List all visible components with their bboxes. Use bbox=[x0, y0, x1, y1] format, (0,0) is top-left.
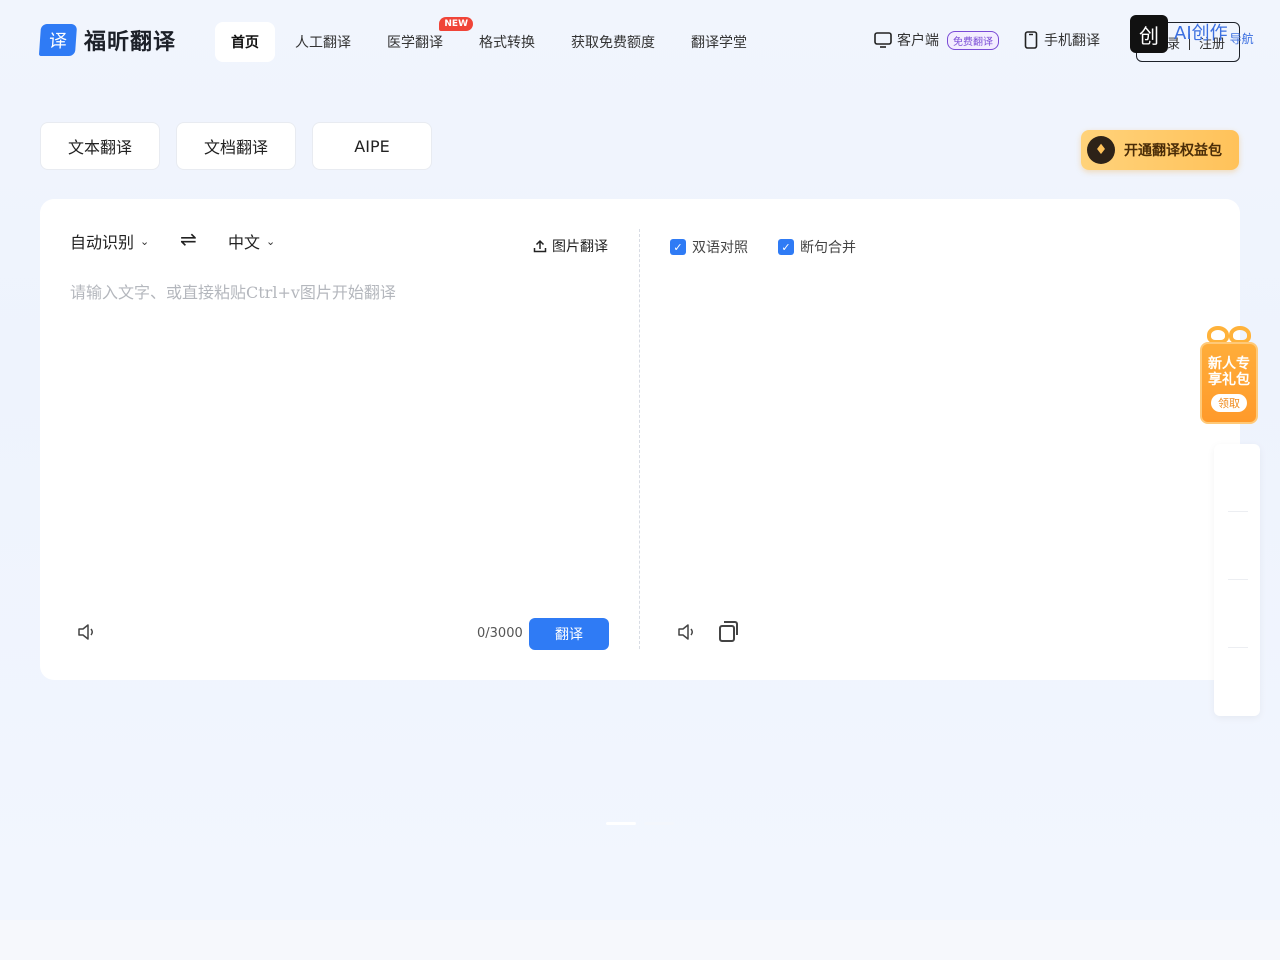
carousel-dot-active[interactable] bbox=[606, 822, 636, 825]
chevron-down-icon: ⌄ bbox=[140, 234, 150, 248]
logo-icon: 译 bbox=[38, 24, 78, 56]
nav-label: 人工翻译 bbox=[295, 35, 351, 51]
source-text-input[interactable]: 请输入文字、或直接粘贴Ctrl+v图片开始翻译 bbox=[70, 279, 396, 303]
image-translate-button[interactable]: 图片翻译 bbox=[533, 236, 608, 256]
merge-label: 断句合并 bbox=[800, 240, 856, 256]
source-speaker-icon[interactable] bbox=[77, 623, 97, 641]
checkbox-checked-icon: ✓ bbox=[778, 239, 794, 255]
target-speaker-icon[interactable] bbox=[677, 623, 697, 641]
client-download-link[interactable]: 客户端 免费翻译 bbox=[874, 30, 999, 50]
vip-package-button[interactable]: ♦ 开通翻译权益包 bbox=[1081, 130, 1239, 170]
gift-claim-button[interactable]: 领取 bbox=[1211, 394, 1247, 412]
tab-label: 文本翻译 bbox=[67, 138, 132, 157]
diamond-icon: ♦ bbox=[1087, 136, 1115, 164]
target-language-value: 中文 bbox=[228, 233, 261, 252]
swap-languages-icon[interactable]: ⇌ bbox=[180, 227, 197, 251]
new-user-gift-widget[interactable]: 新人专享礼包 领取 bbox=[1199, 326, 1259, 424]
chevron-down-icon: ⌄ bbox=[266, 234, 276, 248]
nav-label: 格式转换 bbox=[479, 35, 535, 51]
toolbar-divider bbox=[1228, 511, 1248, 512]
logo-text: 福昕翻译 bbox=[84, 30, 177, 55]
monitor-icon bbox=[874, 32, 892, 48]
toolbar-divider bbox=[1228, 647, 1248, 648]
carousel-indicator bbox=[606, 822, 682, 825]
tab-label: AIPE bbox=[354, 136, 390, 156]
bilingual-label: 双语对照 bbox=[692, 240, 748, 256]
watermark-text: AI创作 bbox=[1174, 23, 1228, 44]
tab-aipe[interactable]: AIPE bbox=[312, 122, 432, 170]
watermark-subtext: 导航 bbox=[1229, 31, 1254, 46]
mobile-label: 手机翻译 bbox=[1044, 33, 1100, 49]
mobile-translate-link[interactable]: 手机翻译 bbox=[1024, 30, 1100, 50]
copy-icon[interactable] bbox=[719, 621, 738, 642]
bilingual-checkbox[interactable]: ✓ 双语对照 bbox=[670, 237, 748, 257]
page-footer-strip bbox=[0, 920, 1280, 960]
nav-free-quota[interactable]: 获取免费额度 bbox=[555, 22, 671, 62]
tab-text-translation[interactable]: 文本翻译 bbox=[40, 122, 160, 170]
tab-label: 文档翻译 bbox=[203, 138, 268, 157]
phone-icon bbox=[1024, 31, 1038, 49]
toolbar-divider bbox=[1228, 579, 1248, 580]
merge-sentences-checkbox[interactable]: ✓ 断句合并 bbox=[778, 237, 856, 257]
image-translate-label: 图片翻译 bbox=[552, 239, 608, 255]
gift-title: 新人专享礼包 bbox=[1208, 356, 1250, 388]
nav-label: 医学翻译 bbox=[387, 35, 443, 51]
target-language-select[interactable]: 中文 ⌄ bbox=[228, 229, 275, 253]
gift-box: 新人专享礼包 领取 bbox=[1200, 342, 1258, 424]
character-counter: 0/3000 bbox=[477, 626, 523, 641]
nav-home[interactable]: 首页 bbox=[215, 22, 275, 62]
client-label: 客户端 bbox=[897, 33, 939, 49]
upload-icon bbox=[533, 239, 547, 253]
source-language-select[interactable]: 自动识别 ⌄ bbox=[70, 229, 149, 253]
nav-format-conversion[interactable]: 格式转换 bbox=[463, 22, 551, 62]
ai-nav-watermark: 创 AI创作 导航 bbox=[1130, 15, 1254, 53]
watermark-logo-icon: 创 bbox=[1130, 15, 1168, 53]
main-nav: 首页 人工翻译 医学翻译 NEW 格式转换 获取免费额度 翻译学堂 bbox=[215, 17, 767, 62]
side-toolbar bbox=[1214, 444, 1260, 716]
carousel-dot[interactable] bbox=[644, 822, 674, 825]
nav-label: 翻译学堂 bbox=[691, 35, 747, 51]
source-language-value: 自动识别 bbox=[70, 233, 135, 252]
nav-medical-translation[interactable]: 医学翻译 NEW bbox=[371, 17, 473, 62]
vip-label: 开通翻译权益包 bbox=[1124, 143, 1222, 159]
logo[interactable]: 译 福昕翻译 bbox=[38, 24, 177, 56]
checkbox-checked-icon: ✓ bbox=[670, 239, 686, 255]
nav-human-translation[interactable]: 人工翻译 bbox=[279, 22, 367, 62]
free-translate-badge: 免费翻译 bbox=[947, 30, 999, 50]
nav-academy[interactable]: 翻译学堂 bbox=[675, 22, 763, 62]
nav-label: 获取免费额度 bbox=[571, 35, 655, 51]
tab-document-translation[interactable]: 文档翻译 bbox=[176, 122, 296, 170]
panel-divider bbox=[639, 229, 640, 649]
translation-panel: 自动识别 ⌄ ⇌ 中文 ⌄ 图片翻译 请输入文字、或直接粘贴Ctrl+v图片开始… bbox=[40, 199, 1240, 680]
translate-button[interactable]: 翻译 bbox=[529, 618, 609, 650]
nav-label: 首页 bbox=[231, 35, 259, 51]
